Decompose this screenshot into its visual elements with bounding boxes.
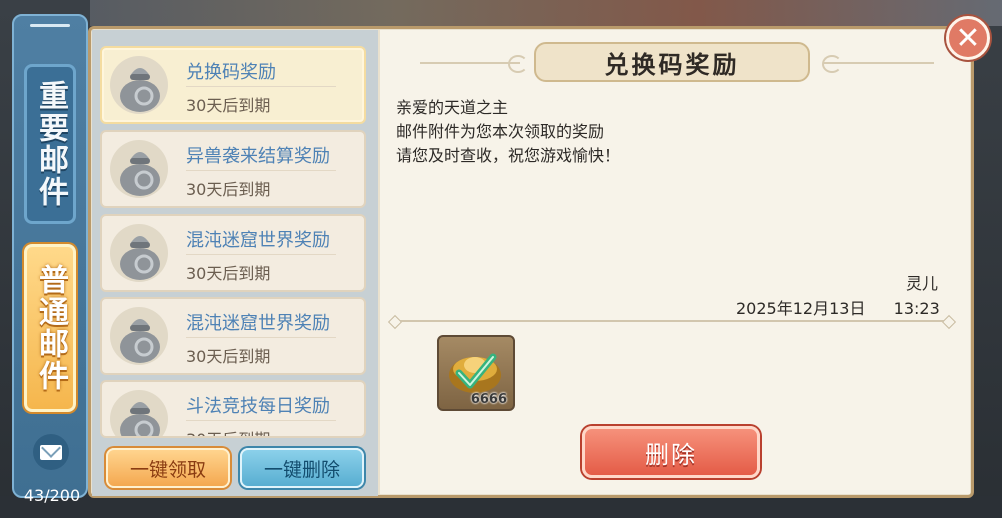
swirl-ornament-icon [508, 55, 528, 73]
mail-tab-rail: 重要邮件 普通邮件 43/200 [12, 14, 88, 505]
mail-item[interactable]: 斗法竞技每日奖励 30天后到期 [100, 380, 366, 438]
mail-date: 2025年12月13日 13:23 [736, 295, 940, 319]
bag-icon [120, 402, 160, 436]
divider [186, 337, 336, 338]
mail-list[interactable]: 兑换码奖励 30天后到期 异兽袭来结算奖励 30天后到期 混沌迷窟世界奖励 30… [92, 30, 378, 496]
mail-item[interactable]: 混沌迷窟世界奖励 30天后到期 [100, 214, 366, 292]
divider [186, 170, 336, 171]
tab-important-mail[interactable]: 重要邮件 [24, 64, 76, 224]
mail-item-expiry: 30天后到期 [186, 426, 270, 436]
mail-item-title: 异兽袭来结算奖励 [186, 146, 330, 167]
mail-body-line: 亲爱的天道之主 [396, 98, 509, 117]
title-ornament-left [420, 62, 520, 64]
background-hud-strip [90, 0, 1002, 26]
attachment-quantity: 6666 [470, 392, 507, 407]
bag-icon [120, 68, 160, 112]
swirl-ornament-icon [822, 55, 842, 73]
mail-item-title: 混沌迷窟世界奖励 [186, 313, 330, 334]
mail-item-title: 混沌迷窟世界奖励 [186, 230, 330, 251]
delete-all-button[interactable]: 一键删除 [240, 448, 364, 488]
mail-body-line: 邮件附件为您本次领取的奖励 [396, 122, 605, 141]
mail-icon [33, 434, 69, 470]
rail-handle [30, 24, 70, 27]
divider [186, 254, 336, 255]
mail-item-expiry: 30天后到期 [186, 180, 271, 199]
mail-count: 43/200 [23, 486, 81, 505]
divider [186, 86, 336, 87]
mail-date-day: 2025年12月13日 [736, 299, 866, 318]
background-bottom [0, 496, 1002, 518]
claim-all-button[interactable]: 一键领取 [106, 448, 230, 488]
close-button[interactable]: ✕ [946, 16, 990, 60]
mail-item-title: 兑换码奖励 [186, 62, 276, 83]
mail-sender: 灵儿 [906, 274, 939, 293]
divider [186, 420, 336, 421]
mail-item-title: 斗法竞技每日奖励 [186, 396, 330, 417]
bag-icon [120, 236, 160, 280]
mail-title: 兑换码奖励 [534, 42, 810, 82]
close-icon: ✕ [955, 20, 981, 56]
mail-item[interactable]: 兑换码奖励 30天后到期 [100, 46, 366, 124]
mail-item[interactable]: 异兽袭来结算奖励 30天后到期 [100, 130, 366, 208]
mail-time: 13:23 [893, 299, 940, 318]
mail-item-expiry: 30天后到期 [186, 264, 271, 283]
delete-button[interactable]: 删除 [582, 426, 760, 478]
mail-item-expiry: 30天后到期 [186, 347, 271, 366]
mail-item-expiry: 30天后到期 [186, 96, 271, 115]
bag-icon [120, 152, 160, 196]
mail-item[interactable]: 混沌迷窟世界奖励 30天后到期 [100, 297, 366, 375]
divider [394, 320, 952, 322]
tab-normal-mail[interactable]: 普通邮件 [24, 244, 76, 412]
mail-body-line: 请您及时查收，祝您游戏愉快！ [396, 146, 621, 165]
attachment-item[interactable]: 6666 [437, 335, 515, 411]
bag-icon [120, 319, 160, 363]
